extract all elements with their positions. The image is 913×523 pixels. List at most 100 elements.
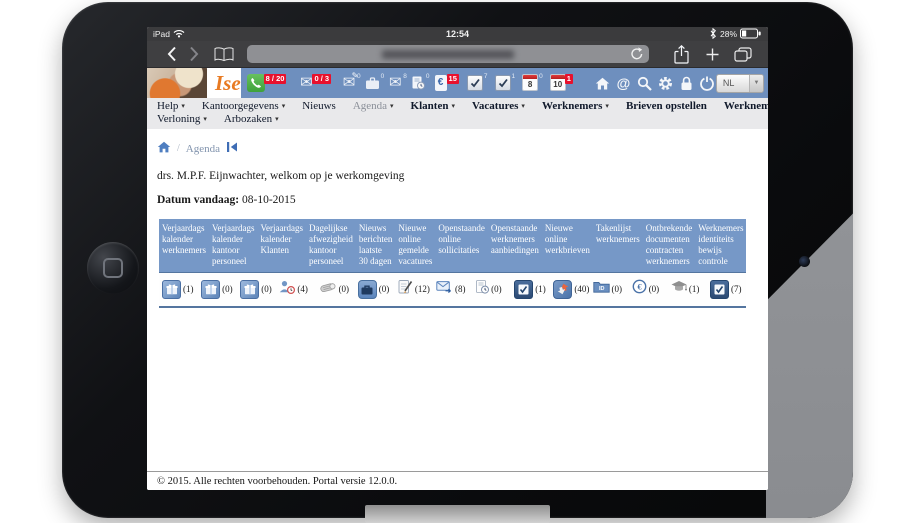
- menu-item-arbozaken[interactable]: Arbozaken▾: [224, 113, 279, 126]
- dashboard-cell[interactable]: (1): [159, 279, 198, 299]
- refresh-icon[interactable]: [630, 47, 644, 66]
- back-icon[interactable]: [161, 43, 183, 65]
- header-badge[interactable]: ✉✎0: [342, 73, 361, 94]
- header-badge[interactable]: 1: [495, 73, 516, 94]
- clock: 12:54: [147, 29, 768, 39]
- count-label: (0): [379, 284, 390, 294]
- column-header[interactable]: Dagelijkse afwezigheid kantoor personeel: [306, 219, 356, 272]
- search-icon[interactable]: [636, 75, 653, 92]
- dashboard-cell[interactable]: ID(0): [590, 279, 629, 299]
- home-icon[interactable]: [594, 75, 611, 92]
- count-label: (1): [689, 284, 700, 294]
- breadcrumb-label[interactable]: Agenda: [186, 143, 220, 155]
- dashboard-cell[interactable]: (0): [316, 279, 355, 299]
- menu-item-help[interactable]: Help▾: [157, 100, 185, 113]
- dashboard-cell[interactable]: (0): [237, 279, 276, 299]
- power-icon[interactable]: [699, 75, 716, 92]
- menu-item-werknemers[interactable]: Werknemers▾: [542, 100, 609, 113]
- calendar-icon: 8: [522, 74, 538, 92]
- dashboard-cell[interactable]: (12): [394, 279, 433, 299]
- count-label: (0): [261, 284, 272, 294]
- column-header[interactable]: Verjaardags kalender kantoor personeel: [209, 219, 257, 272]
- menu-item-agenda[interactable]: Agenda▾: [353, 100, 394, 113]
- dashboard-cell[interactable]: (0): [198, 279, 237, 299]
- column-header[interactable]: Nieuws berichten laatste 30 dagen: [356, 219, 395, 272]
- dashboard-cell[interactable]: (8): [433, 279, 472, 299]
- tabs-icon[interactable]: [732, 43, 754, 65]
- menu-item-nieuws[interactable]: Nieuws: [302, 100, 336, 113]
- header-badge[interactable]: 8 / 20: [247, 73, 287, 94]
- checkbox-tile-icon: [710, 280, 729, 299]
- euro-document-icon: €: [434, 74, 448, 92]
- column-header[interactable]: Openstaande werknemers aanbiedingen: [488, 219, 542, 272]
- bookmarks-icon[interactable]: [213, 43, 235, 65]
- header-badge[interactable]: €15: [434, 73, 459, 94]
- phone-icon: [247, 74, 265, 92]
- dashboard-cell[interactable]: (40): [550, 279, 589, 299]
- content-area: / Agenda drs. M.P.F. Eijnwachter, welkom…: [147, 141, 768, 308]
- menu-item-werknemer-voorstellen[interactable]: Werknemer voorstellen▾: [724, 100, 768, 113]
- dashboard-cell[interactable]: (4): [276, 279, 315, 299]
- column-header[interactable]: Klanten Cao controle: [747, 219, 768, 272]
- menu-item-verloning[interactable]: Verloning▾: [157, 113, 207, 126]
- envelope-pencil-icon: ✉✎: [342, 74, 356, 92]
- language-select[interactable]: NL ▼: [716, 74, 764, 93]
- home-blue-icon[interactable]: [157, 141, 171, 156]
- chevron-down-icon: ▾: [605, 102, 609, 110]
- mini-count: 0: [426, 74, 430, 81]
- column-header[interactable]: Verjaardags kalender werknemers: [159, 219, 209, 272]
- logo-text[interactable]: Ise: [215, 73, 241, 94]
- header-badge[interactable]: 0: [411, 73, 430, 94]
- chevron-down-icon: ▼: [749, 75, 763, 92]
- logo-area[interactable]: Ise: [147, 68, 241, 98]
- address-bar[interactable]: [247, 45, 649, 63]
- menu-item-vacatures[interactable]: Vacatures▾: [472, 100, 525, 113]
- menu-item-brieven-opstellen[interactable]: Brieven opstellen: [626, 100, 707, 113]
- dashboard-cell[interactable]: (1): [511, 279, 550, 299]
- menu-item-klanten[interactable]: Klanten▾: [411, 100, 455, 113]
- column-header[interactable]: Nieuwe online werkbrieven: [542, 219, 593, 272]
- chevron-down-icon: ▾: [275, 115, 279, 123]
- dashboard-cell[interactable]: (1): [668, 279, 707, 299]
- header-badge[interactable]: ✉0 / 3: [299, 73, 331, 94]
- app-header: Ise 8 / 20✉0 / 3✉✎00✉80€157180101 @ NL ▼: [147, 68, 768, 98]
- column-header[interactable]: Ontbrekende documenten contracten werkne…: [643, 219, 695, 272]
- status-bar: iPad 12:54 28%: [147, 27, 768, 41]
- svg-text:ID: ID: [598, 286, 604, 292]
- home-button[interactable]: [87, 242, 139, 294]
- dashboard-cell[interactable]: (0): [472, 279, 511, 299]
- menu-item-kantoorgegevens[interactable]: Kantoorgegevens▾: [202, 100, 285, 113]
- column-header[interactable]: Werknemers identiteits bewijs controle: [695, 219, 746, 272]
- forward-icon[interactable]: [183, 43, 205, 65]
- dashboard-cell[interactable]: (7): [707, 279, 746, 299]
- count-label: (12): [415, 284, 430, 294]
- dashboard-body-row: (1)(0)(0)(4)(0)(0)(12)(8)(0)(1)(40)ID(0)…: [159, 273, 746, 308]
- column-header[interactable]: Openstaande online sollicitaties: [435, 219, 487, 272]
- mini-count: 0: [539, 74, 543, 81]
- header-badge[interactable]: 0: [365, 73, 385, 94]
- new-tab-icon[interactable]: [701, 43, 723, 65]
- breadcrumb: / Agenda: [157, 141, 758, 156]
- collapse-icon[interactable]: [226, 141, 238, 156]
- sync-arrows-icon: [553, 280, 572, 299]
- header-badge[interactable]: ✉8: [388, 73, 407, 94]
- lock-icon[interactable]: [678, 75, 695, 92]
- share-icon[interactable]: [670, 43, 692, 65]
- at-icon[interactable]: @: [615, 75, 632, 92]
- count-label: (0): [339, 284, 350, 294]
- header-badge[interactable]: 101: [550, 73, 573, 94]
- dashboard-cell[interactable]: (0): [355, 279, 394, 299]
- calendar-icon: 10: [550, 74, 566, 92]
- header-icon-band: 8 / 20✉0 / 3✉✎00✉80€157180101 @ NL ▼: [241, 68, 768, 98]
- header-badge[interactable]: 80: [522, 73, 543, 94]
- column-header[interactable]: Nieuwe online gemelde vacatures: [395, 219, 435, 272]
- gear-icon[interactable]: [657, 75, 674, 92]
- checkbox-icon: [495, 74, 511, 92]
- column-header[interactable]: Takenlijst werknemers: [593, 219, 643, 272]
- euro-circle-icon: €: [632, 279, 647, 299]
- mini-count: 0: [381, 74, 385, 81]
- column-header[interactable]: Verjaardags kalender Klanten: [257, 219, 305, 272]
- header-badge[interactable]: 7: [467, 73, 488, 94]
- dashboard-cell[interactable]: €(0): [629, 279, 668, 299]
- count-label: (8): [455, 284, 466, 294]
